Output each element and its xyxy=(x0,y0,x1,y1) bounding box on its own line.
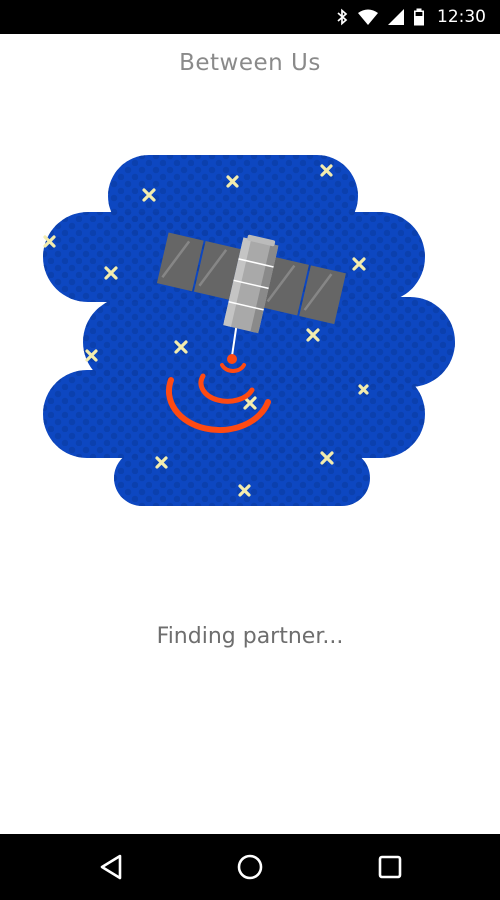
home-icon xyxy=(237,854,263,880)
signal-icon xyxy=(388,9,404,25)
battery-icon xyxy=(414,8,424,26)
satellite-illustration xyxy=(43,155,455,506)
back-button[interactable] xyxy=(91,847,131,887)
recents-button[interactable] xyxy=(370,847,410,887)
home-button[interactable] xyxy=(230,847,270,887)
bluetooth-icon xyxy=(337,8,348,26)
nav-bar xyxy=(0,834,500,900)
app-title: Between Us xyxy=(179,50,321,76)
status-bar: 12:30 xyxy=(0,0,500,34)
wifi-icon xyxy=(358,9,378,25)
status-time: 12:30 xyxy=(437,7,486,27)
back-icon xyxy=(100,854,122,880)
finding-partner-text: Finding partner... xyxy=(156,624,344,649)
recents-icon xyxy=(378,855,402,879)
